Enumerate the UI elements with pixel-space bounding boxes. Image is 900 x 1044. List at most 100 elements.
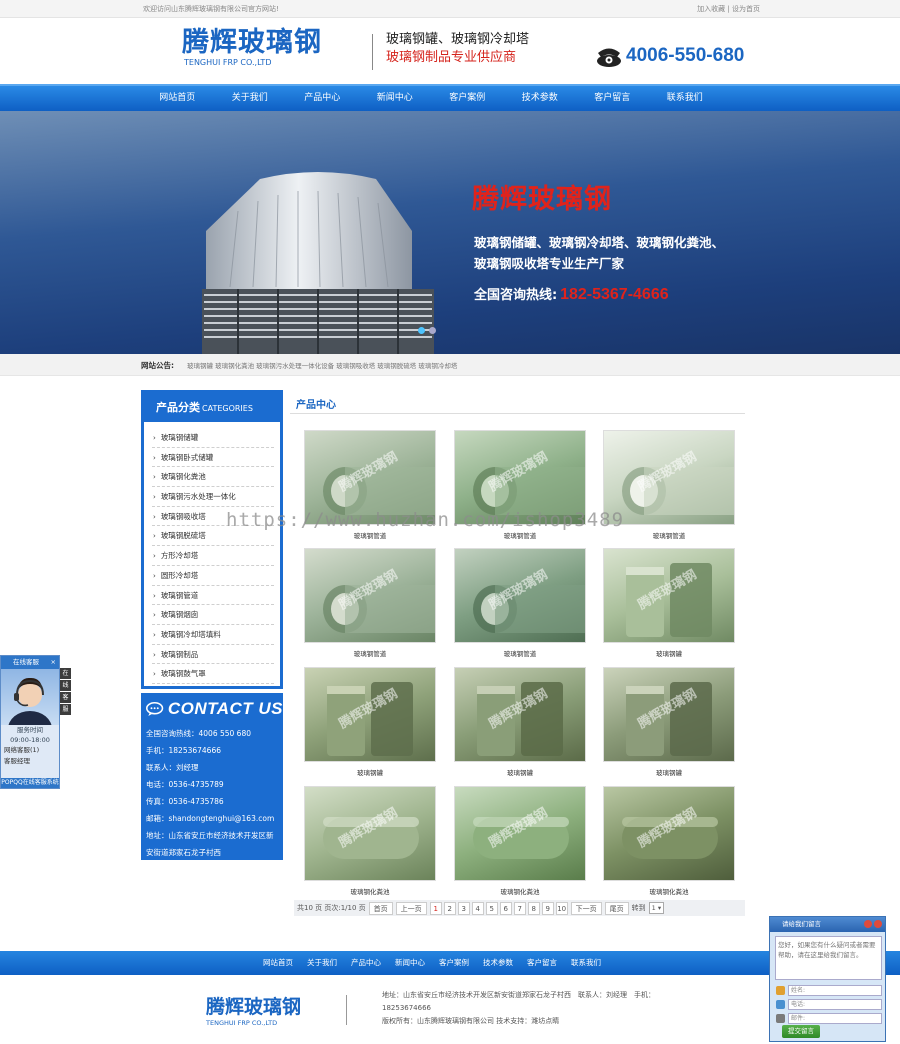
product-image[interactable]: 腾辉玻璃钢 [603,667,735,762]
product-caption[interactable]: 玻璃钢管道 [454,530,586,540]
pager-page-number[interactable]: 10 [555,901,568,915]
pager-page-number[interactable]: 8 [527,901,540,915]
side-tab[interactable]: 服 [60,704,71,715]
product-card[interactable]: 腾辉玻璃钢玻璃钢管道 [454,548,586,658]
pager-page-number[interactable]: 3 [457,901,470,915]
product-card[interactable]: 腾辉玻璃钢 玻璃钢罐 [454,667,586,777]
category-item[interactable]: › 玻璃钢污水处理一体化 [152,487,274,507]
footer-nav-item[interactable]: 客户案例 [439,951,469,975]
footer-nav-item[interactable]: 新闻中心 [395,951,425,975]
pager-page-number[interactable]: 9 [541,901,554,915]
category-label: 玻璃钢卧式储罐 [160,452,214,462]
product-card[interactable]: 腾辉玻璃钢 玻璃钢罐 [304,667,436,777]
product-image[interactable]: 腾辉玻璃钢 [304,667,436,762]
qq-system-footer[interactable]: POPQQ在线客服系统 [1,778,59,788]
cooling-tower-image [202,172,434,354]
logo-text-cn: 腾辉玻璃钢 [182,27,322,58]
pager-last[interactable]: 尾页 [604,901,629,915]
qq-contact-2[interactable]: 客服经理 [1,756,59,767]
pager-page-number[interactable]: 7 [513,901,526,915]
phone-field[interactable]: 电话: [788,999,882,1010]
pager-page-number[interactable]: 6 [499,901,512,915]
pager-numbers: 1 2 3 4 5 6 7 8 9 10 [429,901,568,915]
nav-item[interactable]: 技术参数 [504,86,577,111]
product-image[interactable]: 腾辉玻璃钢 [454,786,586,881]
nav-item[interactable]: 新闻中心 [359,86,432,111]
nav-item[interactable]: 网站首页 [141,86,214,111]
product-caption[interactable]: 玻璃钢化粪池 [304,886,436,896]
product-caption[interactable]: 玻璃钢化粪池 [454,886,586,896]
pager-page-number[interactable]: 5 [485,901,498,915]
email-field[interactable]: 邮件: [788,1013,882,1024]
pager-next[interactable]: 下一页 [570,901,602,915]
pager-prev[interactable]: 上一页 [395,901,427,915]
slider-dot-active[interactable] [418,327,425,334]
product-caption[interactable]: 玻璃钢管道 [454,648,586,658]
footer-nav-item[interactable]: 客户留言 [527,951,557,975]
footer-nav-item[interactable]: 网站首页 [263,951,293,975]
category-item[interactable]: › 方形冷却塔 [152,546,274,566]
slider-dot[interactable] [429,327,436,334]
set-home-link[interactable]: 设为首页 [732,5,760,13]
send-message-button[interactable]: 提交留言 [782,1025,820,1038]
product-card[interactable]: 腾辉玻璃钢 玻璃钢罐 [603,548,735,658]
side-tab[interactable]: 在 [60,668,71,679]
category-item[interactable]: › 玻璃钢鼓气罩 [152,664,274,684]
nav-item[interactable]: 客户留言 [576,86,649,111]
announcement-text[interactable]: 玻璃钢罐 玻璃钢化粪池 玻璃钢污水处理一体化设备 玻璃钢吸收塔 玻璃钢脱硫塔 玻… [187,360,457,370]
nav-item[interactable]: 关于我们 [214,86,287,111]
minimize-icon[interactable] [864,920,872,928]
pager-first[interactable]: 首页 [368,901,393,915]
category-item[interactable]: › 玻璃钢卧式储罐 [152,448,274,468]
site-logo[interactable]: 腾辉玻璃钢 TENGHUI FRP CO.,LTD [182,27,322,68]
product-caption[interactable]: 玻璃钢罐 [603,648,735,658]
name-field[interactable]: 姓名: [788,985,882,996]
pager-page-number[interactable]: 1 [429,901,442,915]
product-caption[interactable]: 玻璃钢罐 [603,767,735,777]
message-textarea[interactable] [775,936,882,980]
product-card[interactable]: 腾辉玻璃钢玻璃钢化粪池 [304,786,436,896]
product-caption[interactable]: 玻璃钢管道 [603,530,735,540]
product-caption[interactable]: 玻璃钢罐 [304,767,436,777]
product-card[interactable]: 腾辉玻璃钢玻璃钢化粪池 [603,786,735,896]
product-caption[interactable]: 玻璃钢罐 [454,767,586,777]
contact-email[interactable]: 邮箱：shandongtenghui@163.com [146,810,283,827]
product-image[interactable]: 腾辉玻璃钢 [454,667,586,762]
category-item[interactable]: › 玻璃钢冷却塔填料 [152,625,274,645]
product-card[interactable]: 腾辉玻璃钢 玻璃钢罐 [603,667,735,777]
category-item[interactable]: › 玻璃钢储罐 [152,428,274,448]
product-card[interactable]: 腾辉玻璃钢玻璃钢化粪池 [454,786,586,896]
side-tab[interactable]: 线 [60,680,71,691]
footer-nav-item[interactable]: 技术参数 [483,951,513,975]
category-label: 玻璃钢烟囱 [160,610,199,620]
pager-page-number[interactable]: 4 [471,901,484,915]
nav-item[interactable]: 客户案例 [431,86,504,111]
product-card[interactable]: 腾辉玻璃钢玻璃钢管道 [304,548,436,658]
category-item[interactable]: › 圆形冷却塔 [152,566,274,586]
category-item[interactable]: › 玻璃钢烟囱 [152,605,274,625]
pager-page-number[interactable]: 2 [443,901,456,915]
product-image[interactable]: 腾辉玻璃钢 [304,786,436,881]
category-item[interactable]: › 玻璃钢制品 [152,645,274,665]
nav-item[interactable]: 产品中心 [286,86,359,111]
footer-nav-item[interactable]: 联系我们 [571,951,601,975]
footer-nav-item[interactable]: 产品中心 [351,951,381,975]
product-image[interactable]: 腾辉玻璃钢 [603,548,735,643]
category-item[interactable]: › 玻璃钢化粪池 [152,467,274,488]
footer-nav-item[interactable]: 关于我们 [307,951,337,975]
close-icon[interactable] [874,920,882,928]
qq-contact-1[interactable]: 网络客服(1) [1,745,59,756]
product-caption[interactable]: 玻璃钢化粪池 [603,886,735,896]
add-favorite-link[interactable]: 加入收藏 [697,5,725,13]
side-tab[interactable]: 客 [60,692,71,703]
product-image[interactable]: 腾辉玻璃钢 [304,548,436,643]
category-item[interactable]: › 玻璃钢管道 [152,586,274,606]
close-icon[interactable]: × [51,656,56,669]
product-caption[interactable]: 玻璃钢管道 [304,530,436,540]
product-caption[interactable]: 玻璃钢管道 [304,648,436,658]
category-box: 产品分类 CATEGORIES › 玻璃钢储罐 › 玻璃钢卧式储罐 › 玻璃钢化粪池 › 玻璃钢… [141,390,283,689]
nav-item[interactable]: 联系我们 [649,86,722,111]
pager-goto-select[interactable]: 1 ▾ [648,902,665,914]
product-image[interactable]: 腾辉玻璃钢 [454,548,586,643]
product-image[interactable]: 腾辉玻璃钢 [603,786,735,881]
